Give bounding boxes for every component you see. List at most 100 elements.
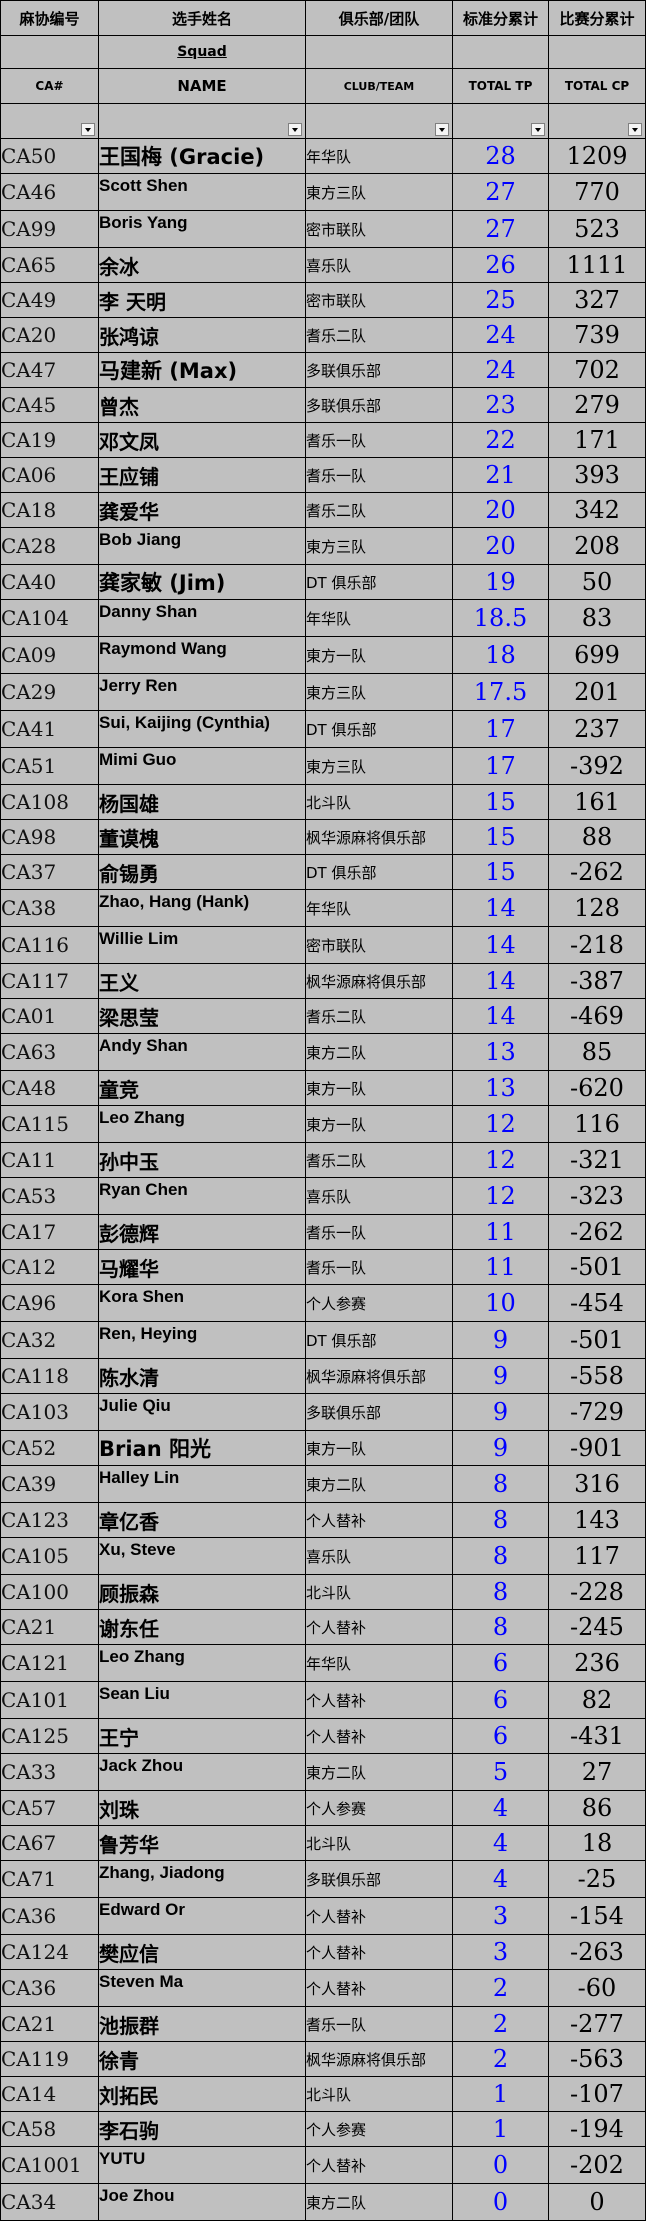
cell-club[interactable]: 耆乐二队 — [305, 1142, 453, 1178]
cell-total-cp[interactable]: 770 — [548, 173, 646, 211]
cell-total-tp[interactable]: 2 — [452, 1969, 549, 2007]
cell-club[interactable]: 耆乐一队 — [305, 457, 453, 493]
cell-total-tp[interactable]: 19 — [452, 564, 549, 600]
cell-ca-id[interactable]: CA18 — [0, 492, 99, 528]
cell-player-name[interactable]: 孙中玉 — [98, 1142, 306, 1178]
cell-club[interactable]: 東方三队 — [305, 747, 453, 785]
cell-player-name[interactable]: 谢东任 — [98, 1609, 306, 1645]
cell-club[interactable]: 東方三队 — [305, 527, 453, 565]
cell-player-name[interactable]: YUTU — [98, 2146, 306, 2184]
cell-club[interactable]: 个人参赛 — [305, 2111, 453, 2147]
cell-player-name[interactable]: 王国梅 (Gracie) — [98, 138, 306, 174]
cell-player-name[interactable]: Jack Zhou — [98, 1753, 306, 1791]
cell-player-name[interactable]: 刘珠 — [98, 1790, 306, 1826]
cell-ca-id[interactable]: CA117 — [0, 963, 99, 999]
cell-total-cp[interactable]: 171 — [548, 422, 646, 458]
cell-club[interactable]: 喜乐队 — [305, 247, 453, 283]
cell-ca-id[interactable]: CA36 — [0, 1969, 99, 2007]
cell-total-tp[interactable]: 11 — [452, 1214, 549, 1250]
cell-player-name[interactable]: 彭德辉 — [98, 1214, 306, 1250]
cell-ca-id[interactable]: CA09 — [0, 636, 99, 674]
cell-total-tp[interactable]: 10 — [452, 1284, 549, 1322]
cell-club[interactable]: 東方二队 — [305, 1753, 453, 1791]
cell-player-name[interactable]: Zhang, Jiadong — [98, 1860, 306, 1898]
cell-ca-id[interactable]: CA57 — [0, 1790, 99, 1826]
cell-total-tp[interactable]: 26 — [452, 247, 549, 283]
cell-total-cp[interactable]: -245 — [548, 1609, 646, 1645]
cell-player-name[interactable]: 梁思莹 — [98, 998, 306, 1034]
filter-dropdown-icon[interactable] — [435, 123, 449, 136]
cell-total-cp[interactable]: -228 — [548, 1574, 646, 1610]
cell-total-cp[interactable]: -263 — [548, 1934, 646, 1970]
cell-total-cp[interactable]: -262 — [548, 854, 646, 890]
cell-player-name[interactable]: 王义 — [98, 963, 306, 999]
cell-ca-id[interactable]: CA119 — [0, 2041, 99, 2077]
cell-ca-id[interactable]: CA121 — [0, 1644, 99, 1682]
cell-ca-id[interactable]: CA124 — [0, 1934, 99, 1970]
cell-total-tp[interactable]: 20 — [452, 527, 549, 565]
cell-total-cp[interactable]: -107 — [548, 2076, 646, 2112]
cell-club[interactable]: 東方三队 — [305, 173, 453, 211]
cell-ca-id[interactable]: CA1001 — [0, 2146, 99, 2184]
cell-total-cp[interactable]: -321 — [548, 1142, 646, 1178]
cell-total-cp[interactable]: -563 — [548, 2041, 646, 2077]
cell-player-name[interactable]: Brian 阳光 — [98, 1430, 306, 1466]
cell-club[interactable]: 个人替补 — [305, 1969, 453, 2007]
cell-club[interactable]: 東方一队 — [305, 1105, 453, 1143]
cell-ca-id[interactable]: CA65 — [0, 247, 99, 283]
cell-club[interactable]: 年华队 — [305, 138, 453, 174]
cell-total-tp[interactable]: 3 — [452, 1934, 549, 1970]
cell-total-tp[interactable]: 6 — [452, 1718, 549, 1754]
cell-total-cp[interactable]: 699 — [548, 636, 646, 674]
cell-player-name[interactable]: Steven Ma — [98, 1969, 306, 2007]
cell-ca-id[interactable]: CA01 — [0, 998, 99, 1034]
cell-club[interactable]: 枫华源麻将俱乐部 — [305, 2041, 453, 2077]
cell-ca-id[interactable]: CA103 — [0, 1393, 99, 1431]
cell-player-name[interactable]: Scott Shen — [98, 173, 306, 211]
cell-total-tp[interactable]: 12 — [452, 1142, 549, 1178]
cell-total-tp[interactable]: 12 — [452, 1105, 549, 1143]
cell-total-cp[interactable]: -194 — [548, 2111, 646, 2147]
cell-club[interactable]: 東方二队 — [305, 1033, 453, 1071]
cell-ca-id[interactable]: CA36 — [0, 1897, 99, 1935]
cell-ca-id[interactable]: CA17 — [0, 1214, 99, 1250]
cell-player-name[interactable]: 池振群 — [98, 2006, 306, 2042]
cell-total-cp[interactable]: -25 — [548, 1860, 646, 1898]
cell-ca-id[interactable]: CA12 — [0, 1249, 99, 1285]
cell-player-name[interactable]: 王应铺 — [98, 457, 306, 493]
cell-total-cp[interactable]: 316 — [548, 1465, 646, 1503]
cell-total-cp[interactable]: -218 — [548, 926, 646, 964]
cell-total-tp[interactable]: 12 — [452, 1177, 549, 1215]
cell-club[interactable]: 多联俱乐部 — [305, 352, 453, 388]
cell-player-name[interactable]: 俞锡勇 — [98, 854, 306, 890]
cell-total-cp[interactable]: 1111 — [548, 247, 646, 283]
cell-ca-id[interactable]: CA20 — [0, 317, 99, 353]
cell-total-tp[interactable]: 6 — [452, 1681, 549, 1719]
cell-ca-id[interactable]: CA99 — [0, 210, 99, 248]
cell-player-name[interactable]: 鲁芳华 — [98, 1825, 306, 1861]
cell-ca-id[interactable]: CA118 — [0, 1358, 99, 1394]
cell-club[interactable]: 个人参赛 — [305, 1790, 453, 1826]
cell-total-cp[interactable]: 739 — [548, 317, 646, 353]
cell-ca-id[interactable]: CA105 — [0, 1537, 99, 1575]
cell-total-cp[interactable]: -154 — [548, 1897, 646, 1935]
cell-total-cp[interactable]: -620 — [548, 1070, 646, 1106]
cell-club[interactable]: 多联俱乐部 — [305, 1860, 453, 1898]
cell-player-name[interactable]: 樊应信 — [98, 1934, 306, 1970]
cell-total-tp[interactable]: 18.5 — [452, 599, 549, 637]
cell-ca-id[interactable]: CA53 — [0, 1177, 99, 1215]
cell-total-cp[interactable]: 82 — [548, 1681, 646, 1719]
cell-ca-id[interactable]: CA116 — [0, 926, 99, 964]
cell-ca-id[interactable]: CA52 — [0, 1430, 99, 1466]
cell-ca-id[interactable]: CA58 — [0, 2111, 99, 2147]
cell-total-cp[interactable]: 236 — [548, 1644, 646, 1682]
cell-total-tp[interactable]: 2 — [452, 2041, 549, 2077]
cell-total-cp[interactable]: 88 — [548, 819, 646, 855]
cell-player-name[interactable]: 马建新 (Max) — [98, 352, 306, 388]
cell-total-tp[interactable]: 15 — [452, 819, 549, 855]
cell-total-tp[interactable]: 25 — [452, 282, 549, 318]
cell-player-name[interactable]: 曾杰 — [98, 387, 306, 423]
cell-ca-id[interactable]: CA21 — [0, 1609, 99, 1645]
cell-total-tp[interactable]: 24 — [452, 317, 549, 353]
cell-total-tp[interactable]: 5 — [452, 1753, 549, 1791]
